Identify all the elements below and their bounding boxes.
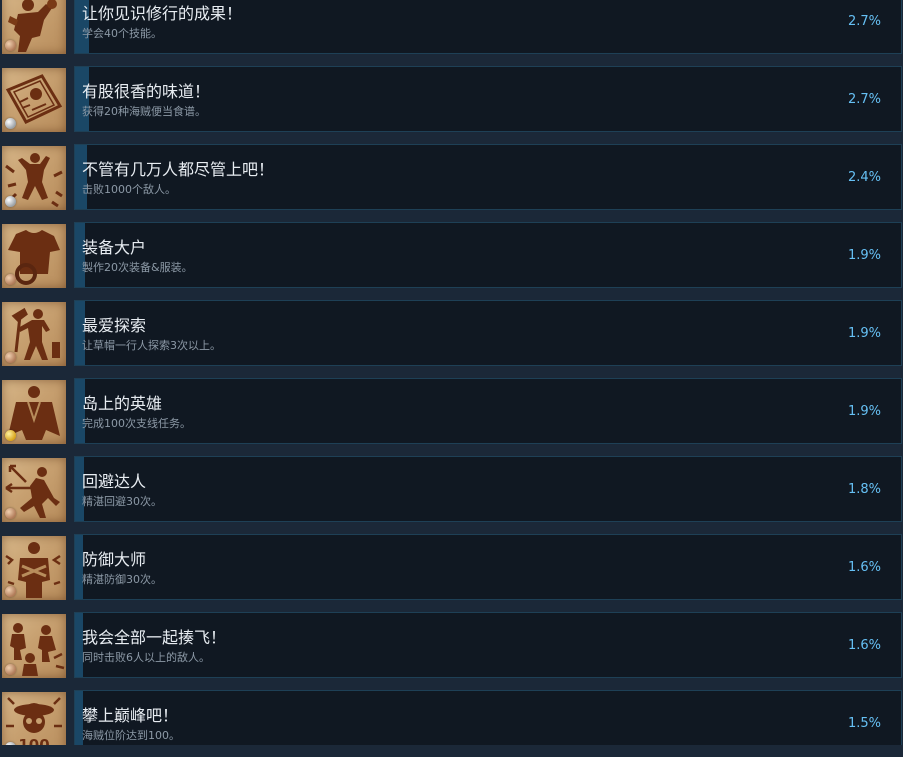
achievement-description: 完成100次支线任务。 [82, 417, 191, 430]
explorer-axe-icon [2, 302, 66, 366]
achievement-description: 获得20种海贼便当食谱。 [82, 105, 206, 118]
achievement-list: 让你见识修行的成果！ 学会40个技能。 2.7% 有股很香的味道！ 获得20种海… [0, 0, 903, 745]
achievement-row[interactable]: 回避达人 精湛回避30次。 1.8% [0, 456, 903, 534]
icon-rank-label: 100 [18, 736, 49, 745]
guard-stance-icon [2, 536, 66, 600]
unlock-percentage: 1.5% [847, 716, 881, 731]
achievement-card: 不管有几万人都尽管上吧！ 击败1000个敌人。 2.4% [74, 144, 902, 210]
achievement-title: 岛上的英雄 [82, 394, 163, 413]
achievement-card: 攀上巅峰吧！ 海贼位阶达到100。 1.5% [74, 690, 902, 745]
achievement-card: 装备大户 製作20次装备&服装。 1.9% [74, 222, 902, 288]
recipe-scroll-icon [2, 68, 66, 132]
multi-punch-icon [2, 614, 66, 678]
achievement-card: 回避达人 精湛回避30次。 1.8% [74, 456, 902, 522]
unlock-percentage: 1.6% [847, 638, 881, 653]
achievement-row[interactable]: 让你见识修行的成果！ 学会40个技能。 2.7% [0, 0, 903, 66]
unlock-percentage: 1.8% [847, 482, 881, 497]
achievement-card: 最爱探索 让草帽一行人探索3次以上。 1.9% [74, 300, 902, 366]
achievement-title: 我会全部一起揍飞！ [82, 628, 227, 647]
unlock-percentage: 1.9% [847, 404, 881, 419]
achievement-description: 学会40个技能。 [82, 27, 162, 40]
achievement-row[interactable]: 100 攀上巅峰吧！ 海贼位阶达到100。 1.5% [0, 690, 903, 745]
gold-badge-icon [5, 430, 16, 441]
achievement-description: 击败1000个敌人。 [82, 183, 176, 196]
unlock-percentage: 1.9% [847, 326, 881, 341]
dodge-arrows-icon [2, 458, 66, 522]
achievement-row[interactable]: 不管有几万人都尽管上吧！ 击败1000个敌人。 2.4% [0, 144, 903, 222]
achievement-description: 让草帽一行人探索3次以上。 [82, 339, 221, 352]
bronze-badge-icon [5, 664, 16, 675]
silver-badge-icon [5, 196, 16, 207]
bronze-badge-icon [5, 40, 16, 51]
achievement-title: 不管有几万人都尽管上吧！ [82, 160, 275, 179]
achievement-title: 装备大户 [82, 238, 147, 257]
caped-hero-icon [2, 380, 66, 444]
achievement-title: 回避达人 [82, 472, 147, 491]
unlock-percentage: 1.9% [847, 248, 881, 263]
shirt-ring-icon [2, 224, 66, 288]
bronze-badge-icon [5, 274, 16, 285]
silver-badge-icon [5, 118, 16, 129]
achievement-row[interactable]: 防御大师 精湛防御30次。 1.6% [0, 534, 903, 612]
boxer-punch-icon [2, 0, 66, 54]
achievement-title: 攀上巅峰吧！ [82, 706, 179, 725]
achievement-title: 防御大师 [82, 550, 147, 569]
achievement-description: 精湛回避30次。 [82, 495, 162, 508]
achievement-row[interactable]: 最爱探索 让草帽一行人探索3次以上。 1.9% [0, 300, 903, 378]
achievement-title: 有股很香的味道！ [82, 82, 211, 101]
achievement-card: 让你见识修行的成果！ 学会40个技能。 2.7% [74, 0, 902, 54]
achievement-row[interactable]: 岛上的英雄 完成100次支线任务。 1.9% [0, 378, 903, 456]
unlock-percentage: 2.7% [847, 92, 881, 107]
bronze-badge-icon [5, 352, 16, 363]
achievement-row[interactable]: 装备大户 製作20次装备&服装。 1.9% [0, 222, 903, 300]
achievement-title: 最爱探索 [82, 316, 147, 335]
achievement-title: 让你见识修行的成果！ [82, 4, 243, 23]
fighter-swarm-icon [2, 146, 66, 210]
achievement-description: 製作20次装备&服装。 [82, 261, 193, 274]
achievement-row[interactable]: 有股很香的味道！ 获得20种海贼便当食谱。 2.7% [0, 66, 903, 144]
straw-hat-skull-icon: 100 [2, 692, 66, 745]
achievement-card: 防御大师 精湛防御30次。 1.6% [74, 534, 902, 600]
bronze-badge-icon [5, 508, 16, 519]
unlock-percentage: 1.6% [847, 560, 881, 575]
achievement-card: 有股很香的味道！ 获得20种海贼便当食谱。 2.7% [74, 66, 902, 132]
achievement-row[interactable]: 我会全部一起揍飞！ 同时击败6人以上的敌人。 1.6% [0, 612, 903, 690]
unlock-percentage: 2.7% [847, 14, 881, 29]
unlock-percentage: 2.4% [847, 170, 881, 185]
bronze-badge-icon [5, 586, 16, 597]
achievement-description: 同时击败6人以上的敌人。 [82, 651, 210, 664]
achievement-description: 海贼位阶达到100。 [82, 729, 180, 742]
achievement-description: 精湛防御30次。 [82, 573, 162, 586]
achievement-card: 岛上的英雄 完成100次支线任务。 1.9% [74, 378, 902, 444]
achievement-card: 我会全部一起揍飞！ 同时击败6人以上的敌人。 1.6% [74, 612, 902, 678]
